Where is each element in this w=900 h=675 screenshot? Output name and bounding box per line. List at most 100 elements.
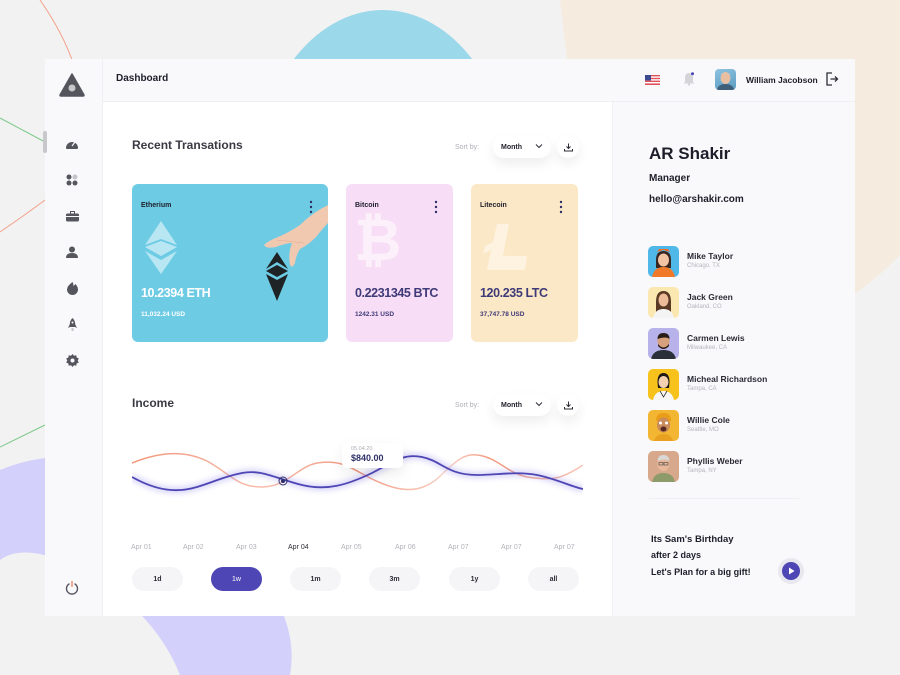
x-axis-label: Apr 07 xyxy=(501,544,522,551)
contact-location: Seattle, MO xyxy=(687,427,719,433)
fire-icon xyxy=(66,281,78,295)
sort-select-value: Month xyxy=(501,143,522,151)
income-download-button[interactable] xyxy=(557,394,579,416)
crypto-card-bitcoin[interactable]: Bitcoin ₿ 0.2231345 BTC 1242.31 USD xyxy=(346,184,453,342)
gear-icon xyxy=(65,353,79,367)
briefcase-icon xyxy=(65,210,79,221)
notification-bell-icon[interactable] xyxy=(683,72,695,86)
transactions-sort-select[interactable]: Month xyxy=(493,136,551,158)
us-flag-icon[interactable] xyxy=(645,75,660,85)
contact-name: Phyllis Weber xyxy=(687,456,743,466)
x-axis-label: Apr 03 xyxy=(236,544,257,551)
x-axis-label-active: Apr 04 xyxy=(288,544,309,551)
profile-name: AR Shakir xyxy=(649,144,731,163)
hand-holding-ethereum-illustration xyxy=(264,205,328,301)
contact-location: Chicago, TX xyxy=(687,263,720,269)
contact-location: Tampa, NY xyxy=(687,468,717,474)
card-amount: 10.2394 ETH xyxy=(141,286,211,300)
card-name: Litecoin xyxy=(480,202,507,209)
sidebar-item-apps[interactable] xyxy=(64,172,80,188)
tooltip-date: 05.04.20 xyxy=(351,446,373,452)
bitcoin-watermark-icon: ₿ xyxy=(354,208,402,273)
user-icon xyxy=(66,246,78,258)
x-axis-label: Apr 07 xyxy=(554,544,575,551)
sidebar-item-users[interactable] xyxy=(64,244,80,260)
logo-icon[interactable] xyxy=(59,73,85,97)
download-icon xyxy=(563,143,573,151)
divider xyxy=(649,498,799,499)
income-sort-label: Sort by: xyxy=(455,402,480,409)
contact-item[interactable]: Willie Cole Seattle, MO xyxy=(648,410,828,441)
contact-avatar xyxy=(648,451,679,482)
user-avatar[interactable] xyxy=(715,69,736,90)
contact-name: Willie Cole xyxy=(687,415,730,425)
contact-location: Tampa, CA xyxy=(687,386,717,392)
contact-name: Micheal Richardson xyxy=(687,374,768,384)
sidebar-item-settings[interactable] xyxy=(64,352,80,368)
range-button-1d[interactable]: 1d xyxy=(132,567,183,591)
range-button-all[interactable]: all xyxy=(528,567,579,591)
birthday-subtitle: after 2 days xyxy=(651,550,702,560)
contact-location: Milwaukee, CA xyxy=(687,345,728,351)
sidebar-item-dashboard[interactable] xyxy=(64,136,80,152)
card-name: Etherium xyxy=(141,202,172,209)
contact-avatar xyxy=(648,410,679,441)
income-tooltip: 05.04.20 $840.00 xyxy=(342,443,403,468)
logout-icon[interactable] xyxy=(826,72,839,86)
contact-item[interactable]: Jack Green Oakland, CO xyxy=(648,287,828,318)
sidebar-item-trending[interactable] xyxy=(64,280,80,296)
chevron-down-icon xyxy=(535,402,543,407)
x-axis-label: Apr 07 xyxy=(448,544,469,551)
range-button-1w[interactable]: 1w xyxy=(211,567,262,591)
contact-location: Oakland, CO xyxy=(687,304,722,310)
crypto-card-etherium[interactable]: Etherium 10.2394 ETH 11,032.24 USD xyxy=(132,184,328,342)
income-title: Income xyxy=(132,396,175,410)
main-content: Dashboard William Jacobson Recent Transa… xyxy=(103,59,855,616)
play-icon xyxy=(788,567,794,575)
user-name[interactable]: William Jacobson xyxy=(746,75,818,85)
crypto-card-litecoin[interactable]: Litecoin 120.235 LTC 37,747.78 USD xyxy=(471,184,578,342)
x-axis-label: Apr 02 xyxy=(183,544,204,551)
birthday-title: Its Sam's Birthday xyxy=(651,534,734,545)
transactions-download-button[interactable] xyxy=(557,136,579,158)
card-usd-value: 1242.31 USD xyxy=(355,311,395,318)
contact-avatar xyxy=(648,246,679,277)
card-usd-value: 11,032.24 USD xyxy=(141,311,186,318)
tooltip-value: $840.00 xyxy=(351,453,384,463)
contact-item[interactable]: Carmen Lewis Milwaukee, CA xyxy=(648,328,828,359)
power-icon[interactable] xyxy=(64,580,80,596)
contact-item[interactable]: Mike Taylor Chicago, TX xyxy=(648,246,828,277)
transactions-sort-label: Sort by: xyxy=(455,144,480,151)
contact-avatar xyxy=(648,287,679,318)
play-button[interactable] xyxy=(778,558,804,584)
range-button-1y[interactable]: 1y xyxy=(449,567,500,591)
x-axis-label: Apr 06 xyxy=(395,544,416,551)
contact-name: Mike Taylor xyxy=(687,251,734,261)
more-vertical-icon[interactable] xyxy=(558,200,564,214)
range-button-1m[interactable]: 1m xyxy=(290,567,341,591)
x-axis-label: Apr 01 xyxy=(131,544,152,551)
grid-icon xyxy=(66,174,78,186)
active-nav-indicator xyxy=(43,131,47,153)
profile-role: Manager xyxy=(649,173,691,184)
chevron-down-icon xyxy=(535,144,543,149)
litecoin-watermark-icon xyxy=(483,224,527,270)
sidebar-item-portfolio[interactable] xyxy=(64,208,80,224)
contact-name: Carmen Lewis xyxy=(687,333,745,343)
birthday-message: Let's Plan for a big gift! xyxy=(651,567,751,577)
card-amount: 120.235 LTC xyxy=(480,286,548,300)
transactions-title: Recent Transations xyxy=(132,138,243,152)
profile-email[interactable]: hello@arshakir.com xyxy=(649,194,744,205)
ethereum-watermark-icon xyxy=(145,221,177,274)
x-axis-label: Apr 05 xyxy=(341,544,362,551)
range-button-3m[interactable]: 3m xyxy=(369,567,420,591)
profile-panel: AR Shakir Manager hello@arshakir.com Mik… xyxy=(612,59,855,616)
sidebar-item-launch[interactable] xyxy=(64,316,80,332)
download-icon xyxy=(563,401,573,409)
contact-name: Jack Green xyxy=(687,292,733,302)
more-vertical-icon[interactable] xyxy=(433,200,439,214)
card-amount: 0.2231345 BTC xyxy=(355,286,439,300)
income-sort-select[interactable]: Month xyxy=(493,394,551,416)
contact-item[interactable]: Phyllis Weber Tampa, NY xyxy=(648,451,828,482)
contact-item[interactable]: Micheal Richardson Tampa, CA xyxy=(648,369,828,400)
